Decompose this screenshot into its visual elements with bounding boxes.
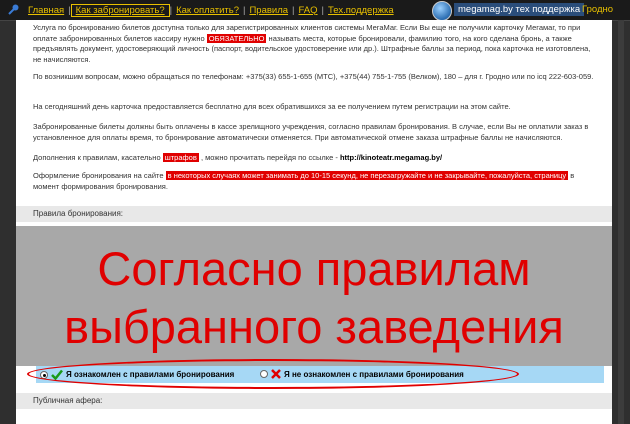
- nav-how-to-pay[interactable]: Как оплатить?: [172, 5, 243, 16]
- public-offer-title: Публичная афера:: [33, 396, 103, 405]
- rules-section-header: Правила бронирования:: [16, 206, 612, 222]
- rules-paragraph-card: На сегодняшний день карточка предоставля…: [33, 102, 511, 111]
- page-scrollbar[interactable]: [618, 20, 624, 424]
- site-support-label[interactable]: megamag.by тех поддержка: [454, 3, 585, 16]
- highlight-ellipse: [27, 359, 519, 389]
- rules-paragraph-1: Услуга по бронированию билетов доступна …: [33, 23, 591, 64]
- city-selector[interactable]: Гродно: [582, 4, 613, 15]
- required-tag: ОБЯЗАТЕЛЬНО: [206, 33, 267, 43]
- main-nav: Главная | Как забронировать? | Как оплатит…: [24, 2, 398, 18]
- nav-rules[interactable]: Правила: [245, 5, 292, 16]
- nav-home[interactable]: Главная: [24, 5, 68, 16]
- rules-section-title: Правила бронирования:: [33, 209, 124, 218]
- pin-icon: [8, 4, 19, 15]
- rules-paragraph-phones: По возникшим вопросам, можно обращаться …: [33, 72, 594, 81]
- nav-support[interactable]: Тех.поддержка: [324, 5, 398, 16]
- nav-how-to-book[interactable]: Как забронировать?: [70, 3, 170, 17]
- warning-tag: в некоторых случаях может занимать до 10…: [165, 171, 569, 180]
- rules-paragraph-payment: Забронированные билеты должны быть оплач…: [33, 122, 589, 142]
- overlay-line-2: выбранного заведения: [64, 300, 564, 353]
- kinoteatr-link[interactable]: http://kinoteatr.megamag.by/: [340, 153, 442, 162]
- globe-icon[interactable]: [432, 1, 452, 21]
- rules-paragraph-additions: Дополнения к правилам, касательно штрафо…: [33, 153, 443, 162]
- rules-overlay: Согласно правилам выбранного заведения: [16, 226, 612, 366]
- top-navigation-bar: Главная | Как забронировать? | Как оплатит…: [0, 0, 630, 21]
- overlay-line-1: Согласно правилам: [97, 242, 531, 295]
- rules-paragraph-processing: Оформление бронирования на сайте в некот…: [33, 171, 575, 191]
- nav-faq[interactable]: FAQ: [295, 5, 322, 16]
- public-offer-section-header: Публичная афера:: [16, 393, 612, 409]
- fines-tag: штрафов: [162, 153, 199, 162]
